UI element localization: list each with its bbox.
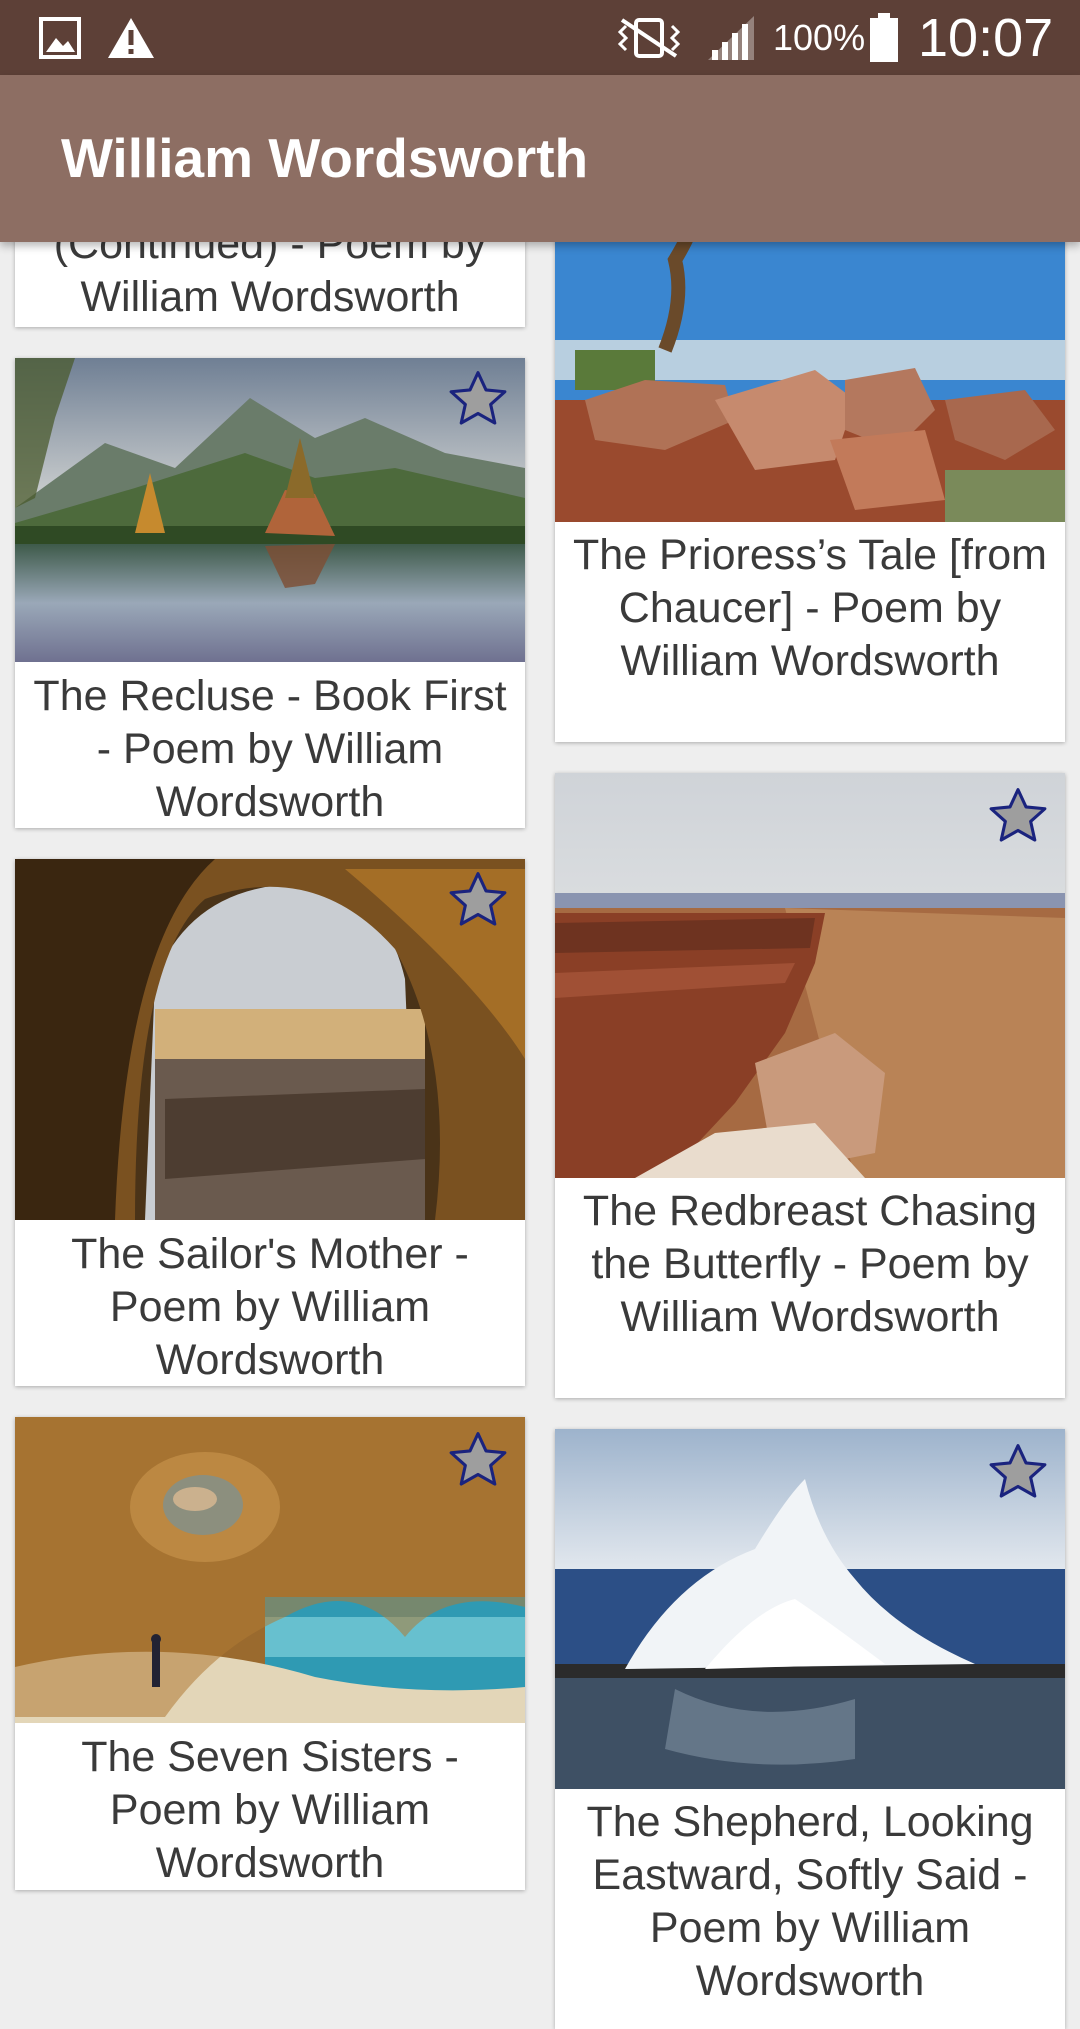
poem-title: The Seven Sisters - Poem by William Word…: [81, 1733, 459, 1887]
page-title: William Wordsworth: [61, 127, 589, 189]
poem-title: The Shepherd, Looking Eastward, Softly S…: [586, 1798, 1034, 2005]
battery-icon: [868, 0, 900, 75]
status-bar: 100% 10:07: [0, 0, 1080, 75]
poem-card[interactable]: The Redbreast Chasing the Butterfly - Po…: [555, 773, 1065, 1398]
poem-card[interactable]: The Recluse - Book First - Poem by Willi…: [15, 358, 525, 828]
favorite-star-icon[interactable]: [447, 869, 509, 931]
favorite-star-icon[interactable]: [987, 785, 1049, 847]
favorite-star-icon[interactable]: [987, 1441, 1049, 1503]
signal-icon: [706, 0, 756, 75]
poem-card[interactable]: The Sailor's Mother - Poem by William Wo…: [15, 859, 525, 1386]
vibrate-mute-icon: [612, 0, 686, 75]
warning-icon: [106, 0, 156, 75]
favorite-star-icon[interactable]: [447, 1429, 509, 1491]
poem-title: The Sailor's Mother - Poem by William Wo…: [71, 1230, 469, 1384]
battery-percent: 100%: [773, 16, 866, 58]
clock: 10:07: [918, 7, 1054, 68]
poem-title: The Redbreast Chasing the Butterfly - Po…: [582, 1187, 1038, 1341]
app-bar: William Wordsworth: [0, 75, 1080, 242]
gallery-icon: [38, 0, 82, 75]
poem-card[interactable]: The Seven Sisters - Poem by William Word…: [15, 1417, 525, 1890]
poem-card[interactable]: The Shepherd, Looking Eastward, Softly S…: [555, 1429, 1065, 2029]
favorite-star-icon[interactable]: [447, 368, 509, 430]
poem-grid: (Continued) - Poem by William Wordsworth: [0, 0, 1080, 2029]
poem-title: The Recluse - Book First - Poem by Willi…: [33, 672, 507, 826]
poem-title: The Prioress’s Tale [from Chaucer] - Poe…: [573, 531, 1047, 685]
